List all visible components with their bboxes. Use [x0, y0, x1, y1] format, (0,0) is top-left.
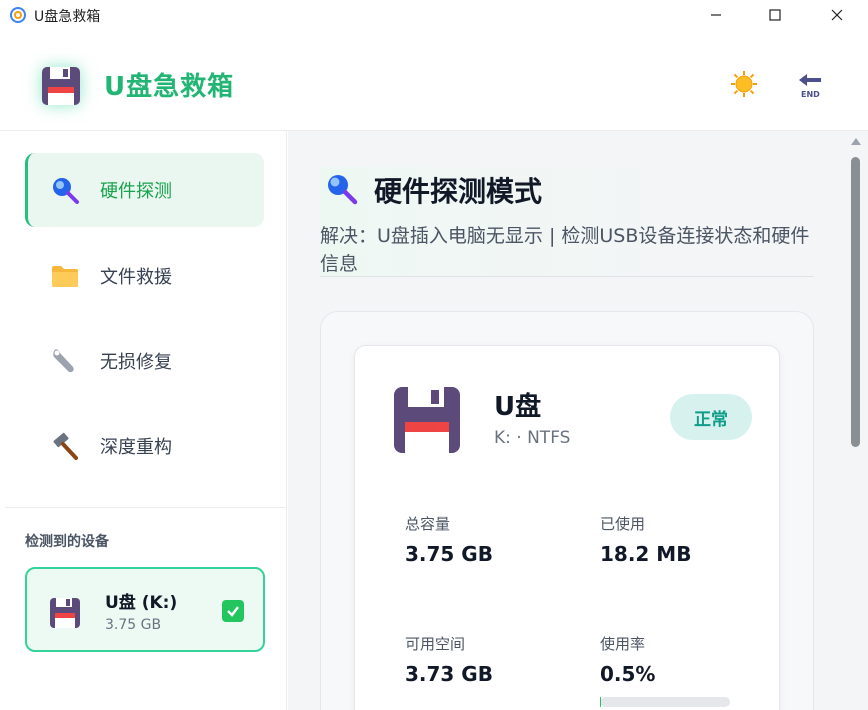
stat-value: 3.73 GB	[405, 662, 493, 686]
page-subtitle: 解决：U盘插入电脑无显示 | 检测USB设备连接状态和硬件信息	[320, 225, 810, 275]
sidebar-item-hardware-detect[interactable]: 硬件探测	[25, 153, 264, 227]
window-title: U盘急救箱	[34, 9, 101, 25]
wrench-icon	[50, 346, 80, 376]
stat-free-space: 可用空间 3.73 GB	[405, 633, 493, 686]
status-badge: 正常	[670, 394, 752, 440]
close-button[interactable]	[814, 0, 860, 30]
device-size: 3.75 GB	[105, 617, 162, 633]
floppy-disk-icon	[50, 598, 80, 628]
mode-header: 硬件探测模式 解决：U盘插入电脑无显示 | 检测USB设备连接状态和硬件信息	[320, 167, 814, 277]
minimize-button[interactable]	[693, 0, 739, 30]
stat-value: 0.5%	[600, 662, 656, 686]
end-arrow-icon[interactable]: END	[795, 70, 825, 100]
stat-usage-rate: 使用率 0.5%	[600, 633, 655, 686]
device-name: U盘 (K:)	[105, 593, 178, 613]
floppy-disk-icon	[42, 67, 80, 105]
usage-progress-bar	[600, 697, 730, 707]
checkmark-icon	[227, 606, 239, 617]
sidebar-item-label: 文件救援	[100, 267, 172, 288]
scroll-up-icon[interactable]	[851, 138, 861, 145]
stat-value: 18.2 MB	[600, 542, 692, 566]
stat-label: 已使用	[600, 515, 646, 533]
sidebar-item-label: 硬件探测	[100, 181, 172, 202]
devices-section-title: 检测到的设备	[25, 534, 109, 550]
device-list-item[interactable]: U盘 (K:) 3.75 GB	[25, 567, 265, 652]
sidebar-item-lossless-repair[interactable]: 无损修复	[25, 324, 264, 398]
scrollbar-thumb[interactable]	[851, 157, 860, 447]
device-panel: U盘 K: · NTFS 正常 总容量 3.75 GB 已使用 18.2 MB …	[320, 311, 814, 710]
usage-progress-fill	[600, 697, 601, 707]
device-title: U盘	[494, 392, 542, 422]
magnifier-icon	[328, 175, 358, 205]
device-filesystem: K: · NTFS	[494, 428, 571, 448]
minimize-icon	[711, 14, 721, 16]
app-logo-icon	[10, 7, 26, 23]
sidebar-item-file-rescue[interactable]: 文件救援	[25, 239, 264, 313]
maximize-button[interactable]	[752, 0, 798, 30]
page-title: 硬件探测模式	[374, 175, 543, 208]
stat-label: 可用空间	[405, 635, 466, 653]
stat-value: 3.75 GB	[405, 542, 493, 566]
device-checkbox[interactable]	[222, 600, 244, 622]
sidebar: 硬件探测 文件救援 无损修复 深度重构 检测到的设备 U盘 (K:) 3.75 …	[5, 131, 287, 710]
sidebar-item-deep-rebuild[interactable]: 深度重构	[25, 409, 264, 483]
magnifier-icon	[50, 175, 80, 205]
sidebar-divider	[5, 507, 287, 508]
stat-label: 总容量	[405, 515, 451, 533]
maximize-icon	[769, 9, 781, 21]
sidebar-item-label: 无损修复	[100, 352, 172, 373]
scrollbar[interactable]	[844, 131, 868, 710]
window-titlebar: U盘急救箱	[0, 0, 868, 30]
app-brand: U盘急救箱	[104, 72, 235, 102]
sun-icon[interactable]	[730, 70, 758, 98]
hammer-icon	[50, 431, 80, 461]
device-info-card: U盘 K: · NTFS 正常 总容量 3.75 GB 已使用 18.2 MB …	[354, 345, 780, 710]
stat-total-capacity: 总容量 3.75 GB	[405, 513, 493, 566]
stat-used: 已使用 18.2 MB	[600, 513, 691, 566]
app-header: U盘急救箱 END	[0, 30, 868, 131]
svg-text:END: END	[801, 90, 820, 99]
floppy-disk-icon	[394, 387, 460, 453]
stat-label: 使用率	[600, 635, 646, 653]
folder-icon	[50, 261, 80, 291]
main-panel: 硬件探测模式 解决：U盘插入电脑无显示 | 检测USB设备连接状态和硬件信息 U…	[288, 131, 844, 710]
close-icon	[831, 9, 843, 21]
sidebar-item-label: 深度重构	[100, 437, 172, 458]
